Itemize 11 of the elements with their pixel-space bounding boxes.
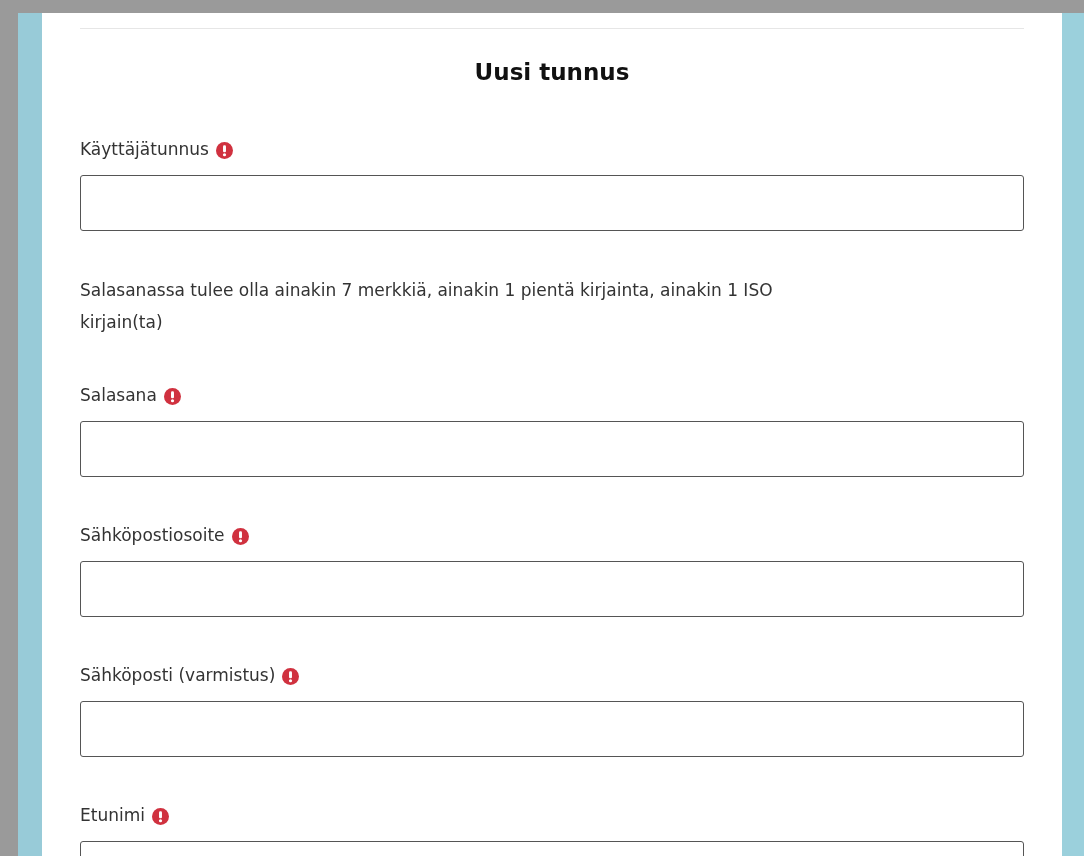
input-field[interactable] — [80, 701, 1024, 757]
input-field[interactable] — [80, 421, 1024, 477]
field-label: Etunimi — [80, 804, 145, 828]
input-field[interactable] — [80, 175, 1024, 231]
field-label: Salasana — [80, 384, 157, 408]
form-title: Uusi tunnus — [473, 58, 631, 87]
field-label: Sähköpostiosoite — [80, 524, 225, 548]
field-label: Käyttäjätunnus — [80, 138, 209, 162]
input-field[interactable] — [80, 561, 1024, 617]
field-label: Sähköposti (varmistus) — [80, 664, 276, 688]
password-hint: Salasanassa tulee olla ainakin 7 merkkiä, ainakin 1 pientä kirjainta, ainakin 1 ISO kirjain(ta) — [80, 279, 774, 334]
